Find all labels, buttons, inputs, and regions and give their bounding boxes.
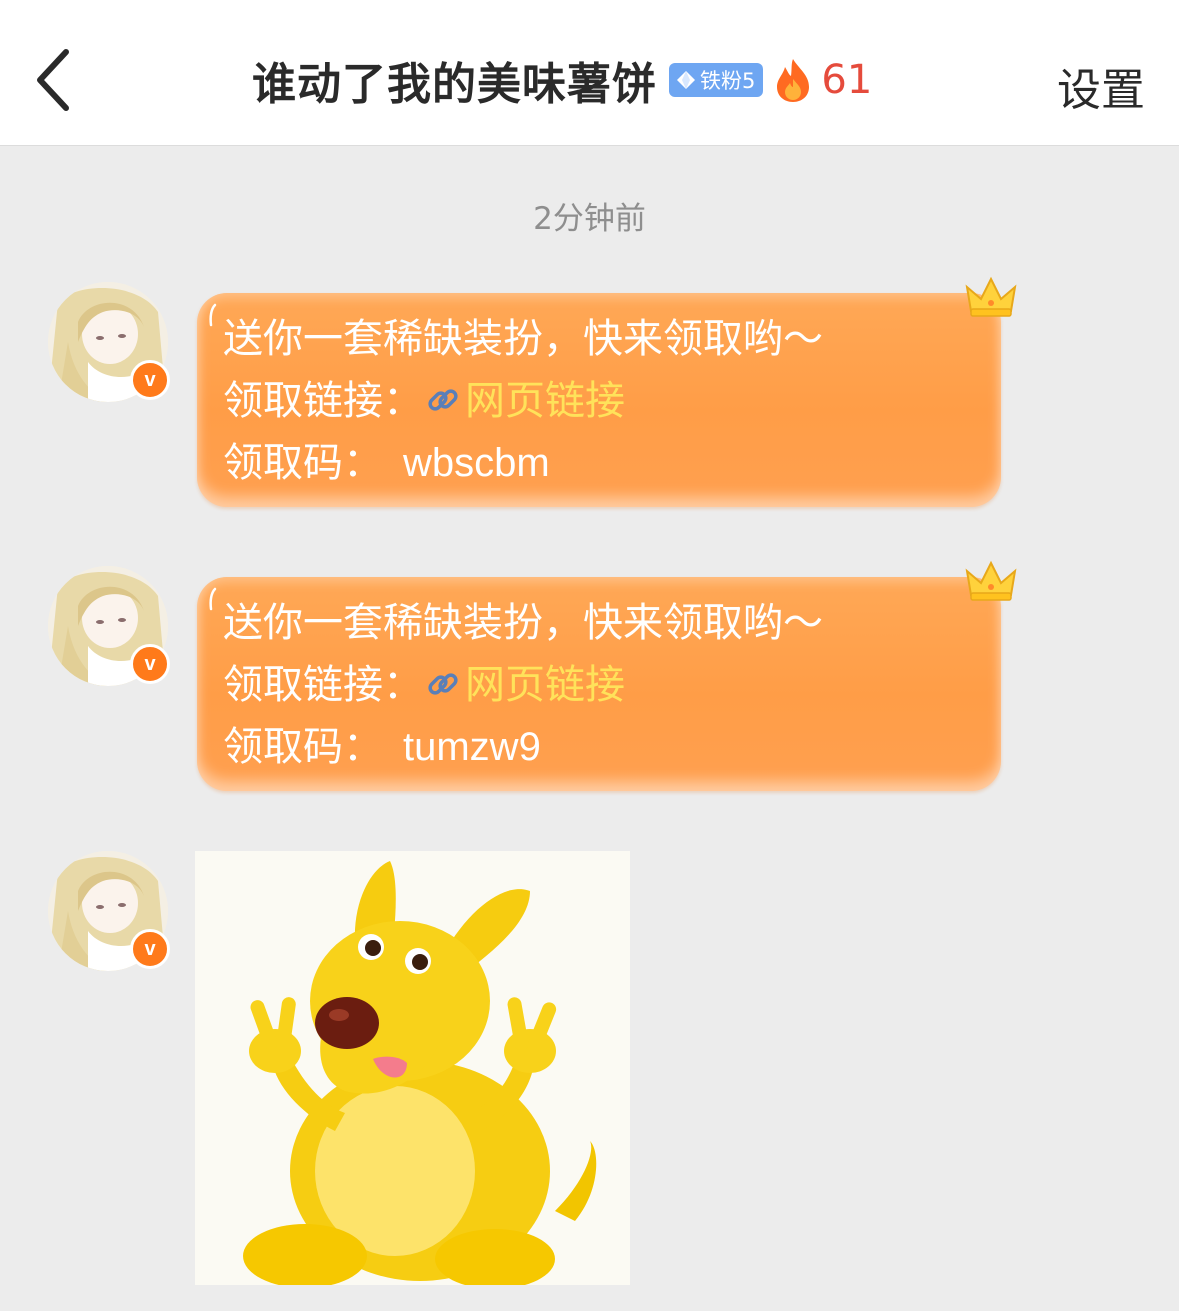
message-text: 送你一套稀缺装扮，快来领取哟～ bbox=[223, 600, 823, 646]
image-message[interactable] bbox=[195, 851, 630, 1289]
sparkle-icon bbox=[209, 587, 217, 611]
link-label: 领取链接： bbox=[223, 378, 423, 424]
crown-icon bbox=[965, 276, 1017, 317]
fire-count: 61 bbox=[821, 57, 873, 103]
fan-badge-label: 铁粉5 bbox=[700, 69, 756, 93]
sender-avatar[interactable]: v bbox=[48, 282, 170, 402]
link-icon bbox=[428, 673, 458, 695]
fire-icon bbox=[777, 59, 810, 102]
code-label: 领取码： bbox=[223, 724, 383, 770]
web-link[interactable]: 网页链接 bbox=[465, 662, 625, 708]
top-bar: 谁动了我的美味薯饼 铁粉5 61 设置 bbox=[0, 0, 1179, 146]
code-row: 领取码： wbscbm bbox=[223, 439, 550, 487]
message-timestamp: 2分钟前 bbox=[533, 201, 646, 237]
sender-avatar[interactable]: v bbox=[48, 566, 170, 686]
code-row: 领取码： tumzw9 bbox=[223, 723, 541, 771]
back-button[interactable] bbox=[26, 42, 86, 118]
fan-level-badge: 铁粉5 bbox=[669, 63, 764, 97]
verified-icon: v bbox=[130, 929, 170, 969]
link-label: 领取链接： bbox=[223, 662, 423, 708]
sender-avatar[interactable]: v bbox=[48, 851, 170, 971]
sparkle-icon bbox=[209, 303, 217, 327]
crown-icon bbox=[965, 560, 1017, 601]
link-row: 领取链接： 网页链接 bbox=[223, 661, 625, 709]
verified-icon: v bbox=[130, 644, 170, 684]
verified-icon: v bbox=[130, 360, 170, 400]
yellow-dog-sticker bbox=[195, 851, 630, 1289]
diamond-icon bbox=[677, 71, 695, 89]
message-text: 送你一套稀缺装扮，快来领取哟～ bbox=[223, 316, 823, 362]
message-bubble[interactable]: 送你一套稀缺装扮，快来领取哟～ 领取链接： 网页链接 领取码： wbscbm bbox=[197, 276, 1017, 507]
title-group: 谁动了我的美味薯饼 铁粉5 61 bbox=[252, 50, 872, 110]
settings-button[interactable]: 设置 bbox=[1057, 54, 1145, 118]
redeem-code: wbscbm bbox=[403, 441, 550, 485]
message-bubble[interactable]: 送你一套稀缺装扮，快来领取哟～ 领取链接： 网页链接 领取码： tumzw9 bbox=[197, 560, 1017, 791]
page-title: 谁动了我的美味薯饼 bbox=[252, 59, 657, 110]
code-label: 领取码： bbox=[223, 440, 383, 486]
link-row: 领取链接： 网页链接 bbox=[223, 377, 625, 425]
redeem-code: tumzw9 bbox=[403, 725, 541, 769]
web-link[interactable]: 网页链接 bbox=[465, 378, 625, 424]
back-arrow-icon bbox=[37, 49, 69, 111]
link-icon bbox=[428, 389, 458, 411]
